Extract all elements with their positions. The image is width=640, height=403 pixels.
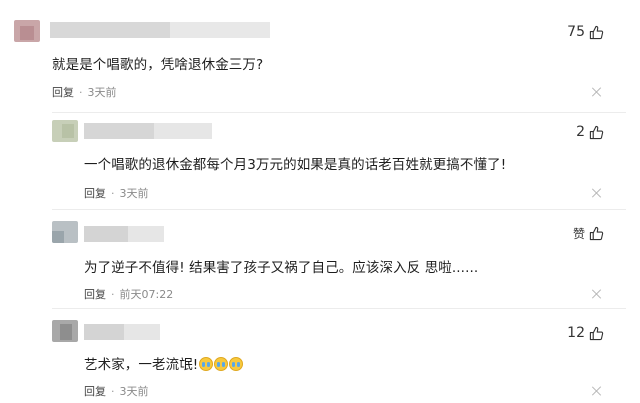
like-button[interactable]: 75 bbox=[567, 24, 604, 40]
separator-dot: · bbox=[111, 287, 115, 301]
thumbs-up-icon bbox=[589, 326, 604, 340]
comment-meta: 回复 · 3天前 bbox=[84, 383, 149, 399]
comment-item: 75 就是是个唱歌的，凭啥退休金三万? 回复 · 3天前 bbox=[0, 0, 640, 112]
close-icon[interactable] bbox=[592, 386, 602, 396]
comment-text: 为了逆子不值得! 结果害了孩子又祸了自己。应该深入反 思啦...... bbox=[84, 260, 479, 276]
close-icon[interactable] bbox=[592, 87, 602, 97]
crying-face-emoji bbox=[229, 357, 244, 371]
timestamp: 3天前 bbox=[119, 385, 149, 398]
like-count: 2 bbox=[576, 124, 585, 140]
like-button[interactable]: 12 bbox=[567, 325, 604, 341]
crying-face-emoji bbox=[199, 357, 214, 371]
reply-button[interactable]: 回复 bbox=[52, 84, 74, 100]
username-blurred[interactable] bbox=[50, 22, 270, 38]
comment-item: 赞 为了逆子不值得! 结果害了孩子又祸了自己。应该深入反 思啦...... 回复… bbox=[0, 210, 640, 308]
comment-item: 2 一个唱歌的退休金都每个月3万元的如果是真的话老百姓就更搞不懂了! 回复 · … bbox=[0, 113, 640, 209]
reply-button[interactable]: 回复 bbox=[84, 286, 106, 302]
separator-dot: · bbox=[111, 186, 115, 200]
avatar[interactable] bbox=[52, 221, 78, 243]
comment-text: 一个唱歌的退休金都每个月3万元的如果是真的话老百姓就更搞不懂了! bbox=[84, 157, 507, 173]
timestamp: 3天前 bbox=[87, 86, 117, 99]
thumbs-up-icon bbox=[589, 226, 604, 241]
comment-meta: 回复 · 前天07:22 bbox=[84, 286, 173, 302]
username-blurred[interactable] bbox=[84, 123, 212, 139]
username-blurred[interactable] bbox=[84, 226, 164, 242]
comment-text-body: 艺术家，一老流氓! bbox=[84, 357, 199, 373]
comment-item: 12 艺术家，一老流氓! 回复 · 3天前 bbox=[0, 309, 640, 403]
avatar[interactable] bbox=[52, 120, 78, 142]
comment-meta: 回复 · 3天前 bbox=[84, 185, 149, 201]
thumbs-up-icon bbox=[589, 125, 604, 139]
like-button[interactable]: 2 bbox=[576, 124, 604, 140]
like-count: 赞 bbox=[572, 227, 585, 241]
close-icon[interactable] bbox=[592, 289, 602, 299]
username-blurred[interactable] bbox=[84, 324, 160, 340]
comment-meta: 回复 · 3天前 bbox=[52, 84, 117, 100]
reply-button[interactable]: 回复 bbox=[84, 383, 106, 399]
avatar[interactable] bbox=[14, 20, 40, 42]
timestamp: 前天07:22 bbox=[119, 288, 174, 301]
separator-dot: · bbox=[79, 85, 83, 99]
reply-button[interactable]: 回复 bbox=[84, 185, 106, 201]
separator-dot: · bbox=[111, 384, 115, 398]
close-icon[interactable] bbox=[592, 188, 602, 198]
like-count: 12 bbox=[567, 325, 585, 341]
comment-text: 艺术家，一老流氓! bbox=[84, 353, 244, 373]
like-button[interactable]: 赞 bbox=[573, 225, 604, 242]
thumbs-up-icon bbox=[589, 25, 604, 39]
like-count: 75 bbox=[567, 24, 585, 40]
timestamp: 3天前 bbox=[119, 187, 149, 200]
comment-text: 就是是个唱歌的，凭啥退休金三万? bbox=[52, 57, 264, 73]
avatar[interactable] bbox=[52, 320, 78, 342]
crying-face-emoji bbox=[214, 357, 229, 371]
